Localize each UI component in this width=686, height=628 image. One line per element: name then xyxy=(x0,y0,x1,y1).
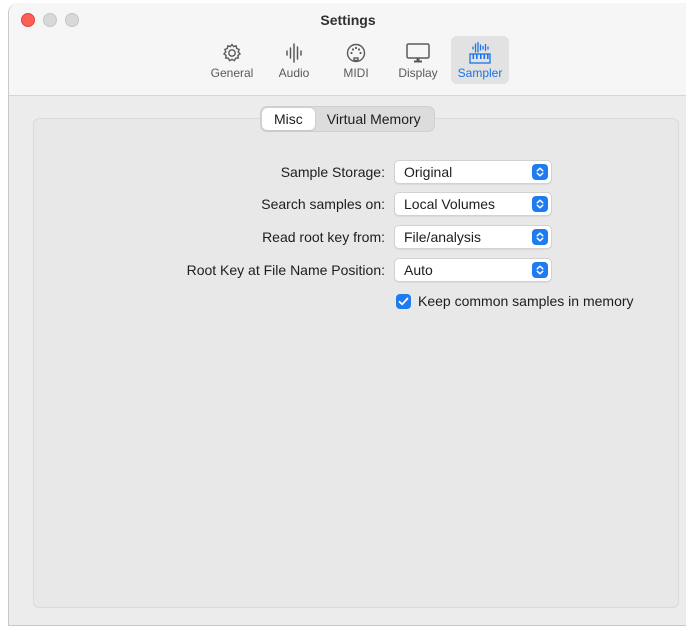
read-root-key-label: Read root key from: xyxy=(262,229,385,245)
midi-connector-icon xyxy=(340,40,372,66)
setting-row-read-root-key: Read root key from: File/analysis xyxy=(9,225,686,249)
root-key-position-label: Root Key at File Name Position: xyxy=(186,262,385,278)
tab-audio[interactable]: Audio xyxy=(265,36,323,84)
sampler-keyboard-icon xyxy=(464,40,496,66)
settings-window: Settings General Audio MIDI Display Samp… xyxy=(8,3,686,626)
up-down-chevron-icon xyxy=(532,196,548,212)
popup-value: Auto xyxy=(404,262,433,278)
keep-common-samples-checkbox[interactable] xyxy=(396,293,411,309)
tab-display[interactable]: Display xyxy=(389,36,447,84)
keep-common-samples-label[interactable]: Keep common samples in memory xyxy=(418,293,634,309)
tab-general[interactable]: General xyxy=(203,36,261,84)
monitor-icon xyxy=(402,40,434,66)
tab-label: Display xyxy=(398,66,438,80)
setting-row-search-samples: Search samples on: Local Volumes xyxy=(9,192,686,216)
settings-toolbar: General Audio MIDI Display Sampler xyxy=(203,36,509,84)
sample-storage-label: Sample Storage: xyxy=(280,164,385,180)
tab-label: Audio xyxy=(278,66,310,80)
checkmark-icon xyxy=(398,297,409,305)
popup-value: Original xyxy=(404,164,453,180)
read-root-key-popup[interactable]: File/analysis xyxy=(394,225,552,249)
up-down-chevron-icon xyxy=(532,262,548,278)
tab-label: MIDI xyxy=(343,66,369,80)
search-samples-label: Search samples on: xyxy=(261,196,385,212)
sample-storage-popup[interactable]: Original xyxy=(394,160,552,184)
popup-value: File/analysis xyxy=(404,229,482,245)
popup-value: Local Volumes xyxy=(404,196,496,212)
tab-midi[interactable]: MIDI xyxy=(327,36,385,84)
waveform-icon xyxy=(278,40,310,66)
up-down-chevron-icon xyxy=(532,164,548,180)
tab-sampler[interactable]: Sampler xyxy=(451,36,509,84)
title-bar: Settings General Audio MIDI Display Samp… xyxy=(9,3,686,96)
keep-common-samples-row: Keep common samples in memory xyxy=(396,293,634,309)
root-key-position-popup[interactable]: Auto xyxy=(394,258,552,282)
gear-icon xyxy=(216,40,248,66)
setting-row-sample-storage: Sample Storage: Original xyxy=(9,160,686,184)
tab-label: General xyxy=(210,66,254,80)
segmented-control: Misc Virtual Memory xyxy=(260,106,435,132)
setting-row-root-key-position: Root Key at File Name Position: Auto xyxy=(9,258,686,282)
tab-label: Sampler xyxy=(457,66,503,80)
up-down-chevron-icon xyxy=(532,229,548,245)
window-title: Settings xyxy=(320,12,376,28)
tab-misc[interactable]: Misc xyxy=(262,108,315,130)
search-samples-popup[interactable]: Local Volumes xyxy=(394,192,552,216)
tab-virtual-memory[interactable]: Virtual Memory xyxy=(315,108,433,130)
